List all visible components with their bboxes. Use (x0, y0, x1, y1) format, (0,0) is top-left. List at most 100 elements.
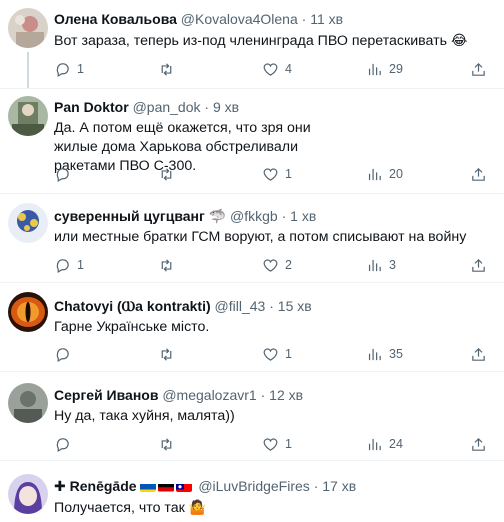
retweet-icon (161, 167, 172, 181)
author-name[interactable]: Pan Doktor (54, 99, 129, 115)
reply-button[interactable] (54, 344, 77, 364)
reply-icon (56, 347, 69, 362)
like-button[interactable]: 1 (262, 434, 292, 454)
retweet-button[interactable] (158, 434, 181, 454)
heart-icon (263, 438, 278, 451)
reply-tweet[interactable]: ✚ Renēgāde @iLuvBridgeFires · 17 хв Полу… (0, 460, 504, 522)
reply-button[interactable] (54, 434, 77, 454)
reply-button[interactable]: 1 (54, 255, 84, 275)
like-count: 2 (285, 258, 292, 272)
ukraine-flag-icon (140, 481, 157, 492)
retweet-icon (161, 62, 172, 76)
shark-emoji: 🦈 (208, 208, 227, 224)
share-button[interactable] (470, 434, 487, 454)
reply-tweet[interactable]: Pan Doktor @pan_dok · 9 хв Да. А потом е… (0, 88, 504, 194)
reply-tweet[interactable]: суверенный цугцванг 🦈 @fkkgb · 1 хв или … (0, 193, 504, 283)
views-button[interactable]: 35 (366, 344, 403, 364)
views-chart-icon (368, 259, 381, 271)
retweet-button[interactable] (158, 164, 181, 184)
timestamp[interactable]: 9 хв (213, 99, 239, 115)
timestamp[interactable]: 17 хв (322, 478, 356, 494)
separator-dot: · (281, 208, 287, 224)
separator-dot: · (204, 99, 210, 115)
share-button[interactable] (470, 59, 487, 79)
reply-button[interactable]: 1 (54, 59, 84, 79)
share-button[interactable] (470, 164, 487, 184)
views-chart-icon (368, 63, 381, 75)
author-name[interactable]: Олена Ковальова (54, 11, 177, 27)
views-chart-icon (368, 168, 381, 180)
author-name[interactable]: Сергей Иванов (54, 387, 158, 403)
views-count: 29 (389, 62, 403, 76)
action-bar: 1 20 (54, 164, 504, 184)
tweet-text-content: Получается, что так (54, 500, 185, 516)
like-count: 1 (285, 347, 292, 361)
reply-tweet[interactable]: Chatovyi (Ⲱa kontrakti) @fill_43 · 15 хв… (0, 282, 504, 372)
share-icon (472, 437, 485, 451)
author-name[interactable]: Chatovyi (Ⲱa kontrakti) (54, 298, 211, 314)
avatar[interactable] (8, 8, 48, 48)
timestamp[interactable]: 12 хв (269, 387, 303, 403)
retweet-button[interactable] (158, 255, 181, 275)
author-handle[interactable]: @fkkgb (230, 208, 278, 224)
timestamp[interactable]: 15 хв (278, 298, 312, 314)
author-handle[interactable]: @fill_43 (215, 298, 266, 314)
action-bar: 1 24 (54, 434, 504, 454)
like-button[interactable]: 1 (262, 344, 292, 364)
avatar[interactable] (8, 383, 48, 423)
like-button[interactable]: 4 (262, 59, 292, 79)
reply-count: 1 (77, 258, 84, 272)
views-button[interactable]: 29 (366, 59, 403, 79)
share-button[interactable] (470, 255, 487, 275)
taiwan-flag-icon (176, 481, 193, 492)
share-button[interactable] (470, 344, 487, 364)
germany-flag-icon (158, 481, 175, 492)
retweet-button[interactable] (158, 59, 181, 79)
timestamp[interactable]: 11 хв (310, 11, 343, 27)
retweet-icon (161, 258, 172, 272)
views-button[interactable]: 3 (366, 255, 396, 275)
author-handle[interactable]: @Kovalova4Olena (181, 11, 298, 27)
tweet-text: Вот зараза, теперь из-под членинграда ПВ… (54, 31, 494, 51)
heart-icon (263, 348, 278, 361)
heart-icon (263, 63, 278, 76)
views-button[interactable]: 20 (366, 164, 403, 184)
heart-icon (263, 259, 278, 272)
reply-tweet[interactable]: Олена Ковальова @Kovalova4Olena · 11 хв … (0, 0, 504, 89)
views-button[interactable]: 24 (366, 434, 403, 454)
like-count: 1 (285, 167, 292, 181)
author-handle[interactable]: @iLuvBridgeFires (198, 478, 309, 494)
share-icon (472, 347, 485, 361)
retweet-icon (161, 437, 172, 451)
avatar[interactable] (8, 292, 48, 332)
like-count: 4 (285, 62, 292, 76)
laughing-emoji: 😂 (450, 32, 468, 48)
avatar[interactable] (8, 96, 48, 136)
like-button[interactable]: 1 (262, 164, 292, 184)
reply-button[interactable] (54, 164, 77, 184)
separator-dot: · (313, 478, 319, 494)
author-name[interactable]: ✚ Renēgāde (54, 478, 137, 494)
tweet-text: или местные братки ГСМ воруют, а потом с… (54, 229, 467, 245)
reply-tweet[interactable]: Сергей Иванов @megalozavr1 · 12 хв Ну да… (0, 371, 504, 461)
like-count: 1 (285, 437, 292, 451)
like-button[interactable]: 2 (262, 255, 292, 275)
author-name[interactable]: суверенный цугцванг (54, 208, 205, 224)
views-count: 35 (389, 347, 403, 361)
author-handle[interactable]: @megalozavr1 (162, 387, 256, 403)
share-icon (472, 167, 485, 181)
separator-dot: · (260, 387, 266, 403)
avatar[interactable] (8, 203, 48, 243)
timestamp[interactable]: 1 хв (290, 208, 316, 224)
reply-icon (56, 258, 69, 273)
reply-icon (56, 167, 69, 182)
views-chart-icon (368, 438, 381, 450)
tweet-text-content: Вот зараза, теперь из-под членинграда ПВ… (54, 33, 448, 49)
views-count: 3 (389, 258, 396, 272)
retweet-button[interactable] (158, 344, 181, 364)
action-bar: 1 4 29 (54, 59, 504, 79)
avatar[interactable] (8, 474, 48, 514)
tweet-text: Гарне Українське місто. (54, 319, 210, 335)
separator-dot: · (269, 298, 274, 314)
author-handle[interactable]: @pan_dok (133, 99, 201, 115)
